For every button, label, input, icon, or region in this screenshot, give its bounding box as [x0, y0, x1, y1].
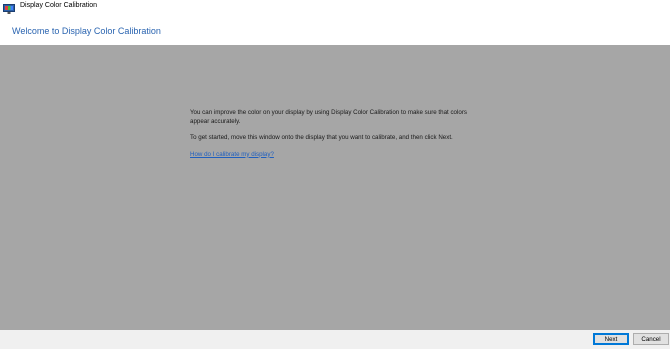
help-link[interactable]: How do I calibrate my display?: [190, 151, 274, 158]
display-calibration-icon: [3, 1, 15, 14]
intro-paragraph: You can improve the color on your displa…: [190, 109, 467, 125]
title-bar: Display Color Calibration: [0, 0, 670, 14]
window-title: Display Color Calibration: [20, 2, 98, 9]
cancel-button[interactable]: Cancel: [633, 333, 669, 345]
help-link-container: How do I calibrate my display?: [190, 151, 480, 160]
next-button[interactable]: Next: [593, 333, 629, 345]
intro-text: You can improve the color on your displa…: [190, 109, 480, 167]
calibration-window: Display Color Calibration Welcome to Dis…: [0, 0, 670, 349]
content-area: You can improve the color on your displa…: [0, 45, 670, 330]
button-bar: Next Cancel: [0, 330, 670, 349]
page-title: Welcome to Display Color Calibration: [12, 26, 161, 36]
instructions-paragraph: To get started, move this window onto th…: [190, 134, 453, 141]
page-header: Welcome to Display Color Calibration: [0, 14, 670, 45]
